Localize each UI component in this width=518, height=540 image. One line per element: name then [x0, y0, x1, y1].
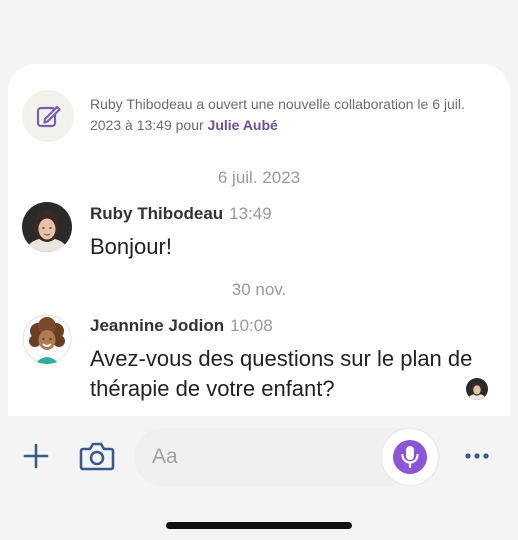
- message-author: Ruby Thibodeau: [90, 204, 224, 223]
- date-separator: 30 nov.: [231, 280, 287, 299]
- camera-icon[interactable]: [78, 438, 116, 474]
- avatar[interactable]: [22, 202, 72, 252]
- message-time: 10:08: [230, 316, 273, 335]
- microphone-button[interactable]: [382, 429, 438, 485]
- message-text: Bonjour!: [90, 234, 172, 259]
- avatar[interactable]: [22, 314, 72, 364]
- composer-toolbar: [0, 416, 518, 540]
- edit-icon: [22, 90, 74, 142]
- message-header: Ruby Thibodeau 13:49: [90, 204, 272, 224]
- system-message-text: Ruby Thibodeau a ouvert une nouvelle col…: [90, 94, 498, 136]
- message-input[interactable]: [152, 442, 382, 472]
- message-input-container: [134, 428, 440, 486]
- message-author: Jeannine Jodion: [90, 316, 225, 335]
- plus-icon[interactable]: [20, 440, 52, 472]
- more-horizontal-icon[interactable]: [462, 446, 492, 466]
- collaborator-link[interactable]: Julie Aubé: [208, 117, 278, 133]
- home-indicator: [166, 522, 352, 529]
- conversation-panel: Ruby Thibodeau a ouvert une nouvelle col…: [8, 64, 510, 416]
- microphone-icon: [393, 440, 427, 474]
- read-receipt-avatar: [466, 378, 488, 400]
- date-separator: 6 juil. 2023: [217, 168, 301, 187]
- message-header: Jeannine Jodion 10:08: [90, 316, 273, 336]
- message-time: 13:49: [229, 204, 272, 223]
- message-text: Avez-vous des questions sur le plan de t…: [90, 346, 473, 401]
